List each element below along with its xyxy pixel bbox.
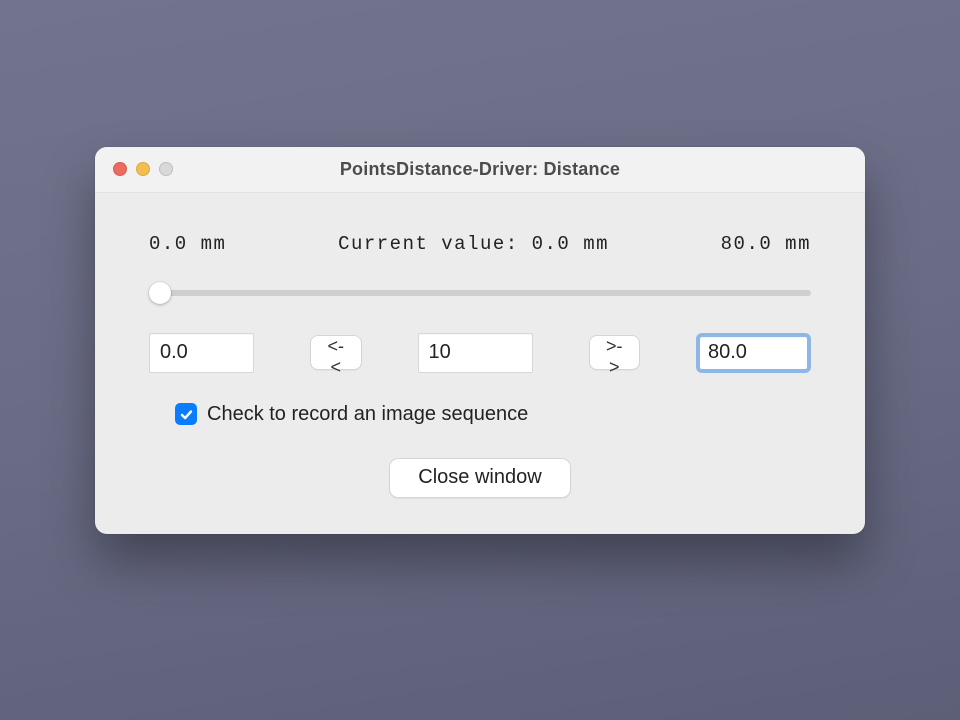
step-value-input[interactable] (418, 333, 533, 373)
value-labels-row: 0.0 mm Current value: 0.0 mm 80.0 mm (143, 233, 817, 255)
record-sequence-label: Check to record an image sequence (207, 403, 528, 426)
value-slider[interactable] (149, 290, 811, 296)
zoom-window-button (159, 162, 173, 176)
record-sequence-checkbox[interactable] (175, 403, 197, 425)
min-value-input[interactable] (149, 333, 254, 373)
close-window-button-main[interactable]: Close window (389, 458, 570, 498)
record-sequence-row: Check to record an image sequence (143, 403, 817, 458)
titlebar: PointsDistance-Driver: Distance (95, 147, 865, 193)
max-value-label: 80.0 mm (721, 233, 811, 255)
current-value-label: Current value: 0.0 mm (338, 233, 609, 255)
step-back-button[interactable]: <-< (310, 335, 362, 370)
dialog-body: 0.0 mm Current value: 0.0 mm 80.0 mm <-<… (95, 193, 865, 534)
dialog-window: PointsDistance-Driver: Distance 0.0 mm C… (95, 147, 865, 534)
close-window-button[interactable] (113, 162, 127, 176)
min-value-label: 0.0 mm (149, 233, 226, 255)
controls-row: <-< >-> (143, 333, 817, 403)
step-forward-button[interactable]: >-> (589, 335, 641, 370)
window-title: PointsDistance-Driver: Distance (113, 159, 847, 180)
checkbox-checked-icon (175, 403, 197, 425)
traffic-lights (113, 162, 173, 176)
max-value-input[interactable] (696, 333, 811, 373)
minimize-window-button[interactable] (136, 162, 150, 176)
slider-container (143, 283, 817, 333)
footer-row: Close window (143, 458, 817, 506)
